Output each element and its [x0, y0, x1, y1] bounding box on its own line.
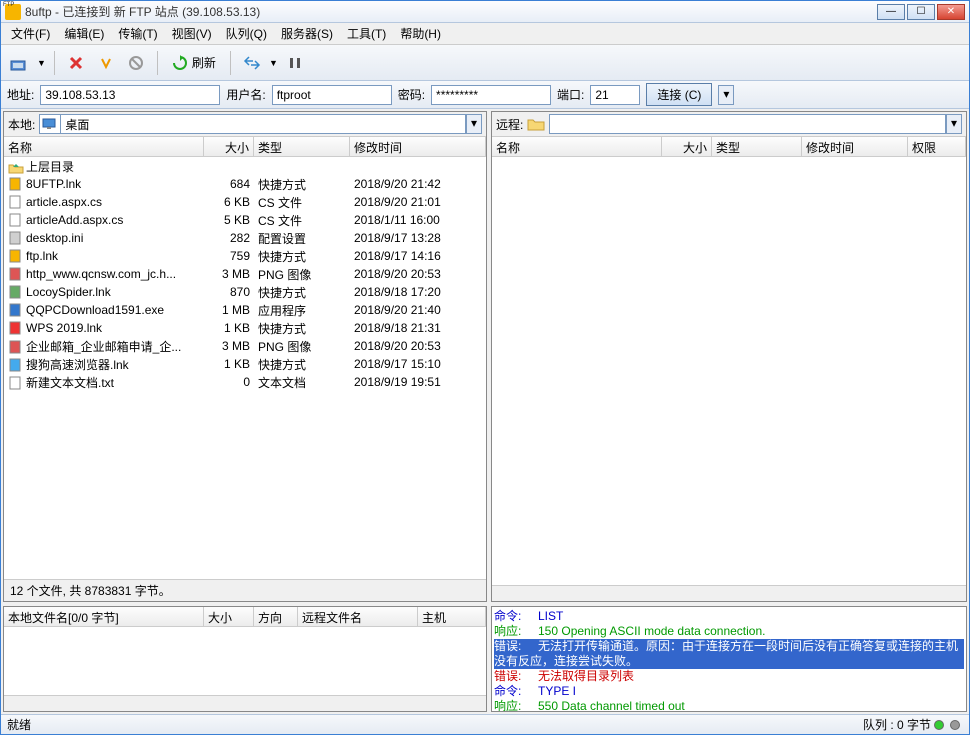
remote-scroll-h[interactable]: [492, 585, 966, 601]
local-path-dropdown[interactable]: ▾: [466, 114, 482, 134]
pause-icon[interactable]: [282, 50, 308, 76]
col-remotename[interactable]: 远程文件名: [298, 607, 418, 626]
abort-icon[interactable]: [123, 50, 149, 76]
address-input[interactable]: [40, 85, 220, 105]
file-row[interactable]: http_www.qcnsw.com_jc.h...3 MBPNG 图像2018…: [4, 265, 486, 283]
menu-item[interactable]: 队列(Q): [220, 23, 273, 44]
transfer-mode-icon[interactable]: [239, 50, 265, 76]
password-input[interactable]: [431, 85, 551, 105]
queue-scroll-h[interactable]: [4, 695, 486, 711]
menu-item[interactable]: 编辑(E): [58, 23, 110, 44]
refresh-icon: [172, 55, 188, 71]
col-type[interactable]: 类型: [712, 137, 802, 156]
port-label: 端口:: [557, 86, 584, 103]
menu-item[interactable]: 工具(T): [341, 23, 392, 44]
menu-item[interactable]: 视图(V): [166, 23, 218, 44]
username-input[interactable]: [272, 85, 392, 105]
parent-dir[interactable]: 上层目录: [4, 157, 486, 175]
connect-button[interactable]: 连接 (C): [646, 83, 712, 106]
file-row[interactable]: 企业邮箱_企业邮箱申请_企...3 MBPNG 图像2018/9/20 20:5…: [4, 337, 486, 355]
col-type[interactable]: 类型: [254, 137, 350, 156]
dropdown-icon[interactable]: ▼: [37, 58, 46, 68]
refresh-button[interactable]: 刷新: [166, 52, 222, 73]
menu-item[interactable]: 服务器(S): [275, 23, 339, 44]
connection-bar: 地址: 用户名: 密码: 端口: 连接 (C) ▾: [1, 81, 969, 109]
file-row[interactable]: article.aspx.cs6 KBCS 文件2018/9/20 21:01: [4, 193, 486, 211]
refresh-label: 刷新: [192, 54, 216, 71]
log-line: 错误:无法打开传输通道。原因：由于连接方在一段时间后没有正确答复或连接的主机没有…: [494, 639, 964, 669]
menu-item[interactable]: 文件(F): [5, 23, 56, 44]
col-dir[interactable]: 方向: [254, 607, 298, 626]
file-row[interactable]: desktop.ini282配置设置2018/9/17 13:28: [4, 229, 486, 247]
log-pane[interactable]: 命令:LIST响应:150 Opening ASCII mode data co…: [491, 606, 967, 712]
file-row[interactable]: articleAdd.aspx.cs5 KBCS 文件2018/1/11 16:…: [4, 211, 486, 229]
col-size[interactable]: 大小: [204, 137, 254, 156]
remote-label: 远程:: [496, 116, 523, 133]
col-size[interactable]: 大小: [204, 607, 254, 626]
maximize-button[interactable]: ☐: [907, 4, 935, 20]
log-line: 命令:TYPE I: [494, 684, 964, 699]
disconnect-icon[interactable]: [63, 50, 89, 76]
led-idle-icon: [950, 720, 960, 730]
local-label: 本地:: [8, 116, 35, 133]
menu-item[interactable]: 传输(T): [112, 23, 163, 44]
col-perm[interactable]: 权限: [908, 137, 966, 156]
led-connected-icon: [934, 720, 944, 730]
file-row[interactable]: 新建文本文档.txt0文本文档2018/9/19 19:51: [4, 373, 486, 391]
file-row[interactable]: ftp.lnk759快捷方式2018/9/17 14:16: [4, 247, 486, 265]
file-row[interactable]: 8UFTP.lnk684快捷方式2018/9/20 21:42: [4, 175, 486, 193]
remote-pane: 远程: ▾ 名称 大小 类型 修改时间 权限: [491, 111, 967, 602]
col-name[interactable]: 名称: [4, 137, 204, 156]
file-row[interactable]: LocoySpider.lnk870快捷方式2018/9/18 17:20: [4, 283, 486, 301]
status-ready: 就绪: [7, 716, 31, 733]
remote-file-list[interactable]: [492, 157, 966, 585]
col-size[interactable]: 大小: [662, 137, 712, 156]
col-localname[interactable]: 本地文件名[0/0 字节]: [4, 607, 204, 626]
window-title: 8uftp - 已连接到 新 FTP 站点 (39.108.53.13): [25, 3, 877, 20]
menu-item[interactable]: 帮助(H): [394, 23, 447, 44]
local-status: 12 个文件, 共 8783831 字节。: [4, 579, 486, 601]
remote-path-dropdown[interactable]: ▾: [946, 114, 962, 134]
file-row[interactable]: WPS 2019.lnk1 KB快捷方式2018/9/18 21:31: [4, 319, 486, 337]
log-line: 响应:550 Data channel timed out: [494, 699, 964, 712]
toolbar: ▼ 刷新 ▼: [1, 45, 969, 81]
local-list-header: 名称 大小 类型 修改时间: [4, 137, 486, 157]
queue-pane: 本地文件名[0/0 字节] 大小 方向 远程文件名 主机: [3, 606, 487, 712]
close-button[interactable]: ✕: [937, 4, 965, 20]
col-host[interactable]: 主机: [418, 607, 486, 626]
connect-icon[interactable]: [7, 50, 33, 76]
app-icon: [5, 4, 21, 20]
col-mtime[interactable]: 修改时间: [350, 137, 486, 156]
remote-list-header: 名称 大小 类型 修改时间 权限: [492, 137, 966, 157]
local-pane: 本地: ▾ 名称 大小 类型 修改时间 上层目录8UFTP.lnk684快捷方式…: [3, 111, 487, 602]
file-row[interactable]: QQPCDownload1591.exe1 MB应用程序2018/9/20 21…: [4, 301, 486, 319]
password-label: 密码:: [398, 86, 425, 103]
connect-dropdown[interactable]: ▾: [718, 85, 734, 105]
remote-path-input[interactable]: [549, 114, 946, 134]
queue-list[interactable]: [4, 627, 486, 695]
titlebar: 8uftp - 已连接到 新 FTP 站点 (39.108.53.13) — ☐…: [1, 1, 969, 23]
address-label: 地址:: [7, 86, 34, 103]
menubar: 文件(F)编辑(E)传输(T)视图(V)队列(Q)服务器(S)工具(T)帮助(H…: [1, 23, 969, 45]
local-path-input[interactable]: [60, 114, 466, 134]
status-queue: 队列 : 0 字节: [863, 716, 931, 733]
folder-icon: [527, 116, 545, 132]
desktop-icon: [42, 117, 58, 131]
col-mtime[interactable]: 修改时间: [802, 137, 908, 156]
col-name[interactable]: 名称: [492, 137, 662, 156]
log-line: 响应:150 Opening ASCII mode data connectio…: [494, 624, 964, 639]
port-input[interactable]: [590, 85, 640, 105]
statusbar: 就绪 队列 : 0 字节: [1, 714, 969, 734]
reconnect-icon[interactable]: [93, 50, 119, 76]
minimize-button[interactable]: —: [877, 4, 905, 20]
username-label: 用户名:: [226, 86, 265, 103]
log-line: 错误:无法取得目录列表: [494, 669, 964, 684]
log-line: 命令:LIST: [494, 609, 964, 624]
file-row[interactable]: 搜狗高速浏览器.lnk1 KB快捷方式2018/9/17 15:10: [4, 355, 486, 373]
local-file-list[interactable]: 上层目录8UFTP.lnk684快捷方式2018/9/20 21:42artic…: [4, 157, 486, 579]
dropdown-icon[interactable]: ▼: [269, 58, 278, 68]
